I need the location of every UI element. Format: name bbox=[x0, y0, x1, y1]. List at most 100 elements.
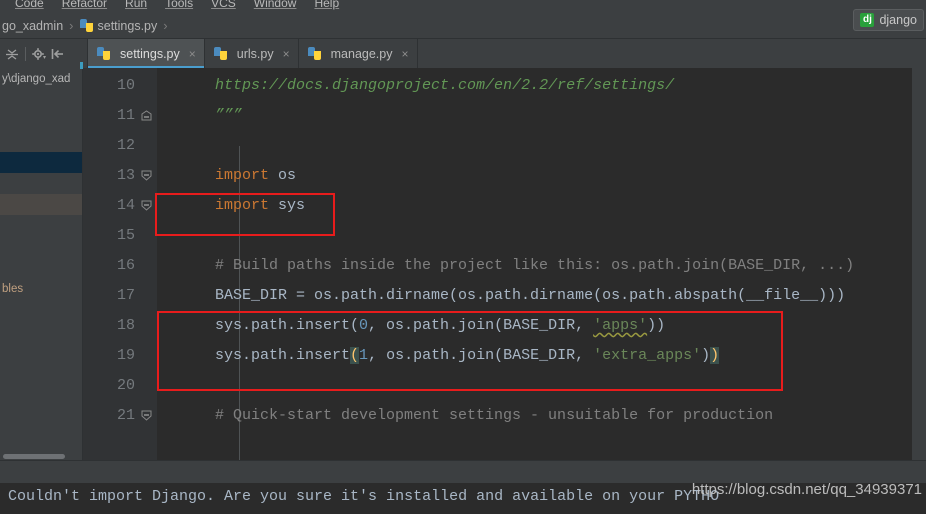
close-icon[interactable]: × bbox=[401, 47, 408, 61]
line-number: 10 bbox=[116, 77, 135, 94]
menu-item-help[interactable]: Help bbox=[305, 0, 348, 10]
pycharm-window: Code Refactor Run Tools VCS Window Help go_xad… bbox=[0, 0, 926, 514]
project-row-filler-4 bbox=[0, 173, 82, 194]
editor-tab-settings-py[interactable]: settings.py × bbox=[88, 39, 205, 68]
breadcrumb-separator-2: › bbox=[163, 18, 168, 33]
breadcrumb-file-label: settings.py bbox=[97, 18, 158, 33]
editor-tabs: settings.py × urls.py × manage.py × bbox=[88, 39, 418, 68]
line-number: 12 bbox=[116, 137, 135, 154]
code-line-content: import sys bbox=[179, 191, 305, 221]
line-number: 14 bbox=[116, 197, 135, 214]
code-line-content: ””” bbox=[179, 101, 242, 131]
project-path-label: y\django_xad bbox=[2, 72, 71, 85]
project-row-hover[interactable] bbox=[0, 194, 82, 215]
menu-item-refactor[interactable]: Refactor bbox=[53, 0, 116, 10]
expand-collapse-icon[interactable] bbox=[4, 46, 20, 62]
run-configuration-selector[interactable]: dj django bbox=[853, 9, 924, 31]
code-line-content: BASE_DIR = os.path.dirname(os.path.dirna… bbox=[179, 281, 845, 311]
menu-item-code[interactable]: Code bbox=[6, 0, 53, 10]
code-line-content: https://docs.djangoproject.com/en/2.2/re… bbox=[179, 71, 674, 101]
editor-tab-urls-py[interactable]: urls.py × bbox=[205, 39, 299, 68]
project-row-filler-5 bbox=[0, 215, 82, 236]
fold-collapse-icon[interactable] bbox=[141, 170, 152, 181]
menu-item-tools[interactable]: Tools bbox=[156, 0, 202, 10]
project-row-selected[interactable] bbox=[0, 152, 82, 173]
code-line-content: sys.path.insert(1, os.path.join(BASE_DIR… bbox=[179, 341, 720, 371]
code-token: https://docs.djangoproject.com/en/2.2/re… bbox=[215, 77, 675, 94]
breadcrumb-file[interactable]: settings.py bbox=[79, 18, 158, 33]
code-line-content: # Quick-start development settings - uns… bbox=[179, 401, 773, 431]
console-message: Couldn't import Django. Are you sure it'… bbox=[8, 488, 720, 505]
code-token: # Quick-start development settings - uns… bbox=[179, 407, 774, 424]
editor-gutter[interactable]: 10 11 12 13 14 15 16 17 18 19 20 21 bbox=[83, 68, 157, 460]
project-row-filler-7 bbox=[0, 257, 82, 278]
code-token: BASE_DIR = os.path.dirname(os.path.dirna… bbox=[179, 287, 846, 304]
code-line-content: # Build paths inside the project like th… bbox=[179, 251, 854, 281]
breadcrumb-bar: go_xadmin › settings.py › bbox=[0, 13, 926, 39]
line-number: 15 bbox=[116, 227, 135, 244]
fold-collapse-icon[interactable] bbox=[141, 410, 152, 421]
editor-tab-label: manage.py bbox=[330, 46, 393, 61]
project-variables-label: bles bbox=[2, 282, 24, 295]
code-token: , os.path.join(BASE_DIR, bbox=[368, 347, 594, 364]
line-number: 11 bbox=[116, 107, 135, 124]
project-path-row[interactable]: y\django_xad bbox=[0, 68, 82, 89]
breadcrumb-project[interactable]: go_xadmin bbox=[2, 19, 63, 33]
close-icon[interactable]: × bbox=[189, 47, 196, 61]
project-row-filler-2 bbox=[0, 110, 82, 131]
python-file-icon bbox=[97, 47, 110, 60]
menu-item-vcs[interactable]: VCS bbox=[202, 0, 245, 10]
line-number: 20 bbox=[116, 377, 135, 394]
editor-tab-manage-py[interactable]: manage.py × bbox=[299, 39, 418, 68]
code-token: 'extra_apps' bbox=[593, 347, 702, 364]
line-number: 18 bbox=[116, 317, 135, 334]
project-row-filler-6 bbox=[0, 236, 82, 257]
code-line-content: sys.path.insert(0, os.path.join(BASE_DIR… bbox=[179, 311, 665, 341]
watermark-text: https://blog.csdn.net/qq_34939371 bbox=[691, 481, 922, 498]
code-token: ( bbox=[350, 347, 360, 364]
run-configuration-label: django bbox=[879, 13, 917, 27]
project-panel-toolbar bbox=[0, 39, 88, 68]
project-row-filler-1 bbox=[0, 89, 82, 110]
code-token: 'apps' bbox=[593, 317, 648, 334]
status-bar bbox=[0, 460, 926, 483]
fold-collapse-icon[interactable] bbox=[141, 200, 152, 211]
code-editor[interactable]: 10 11 12 13 14 15 16 17 18 19 20 21 https://docs.dj… bbox=[83, 68, 926, 460]
python-file-icon bbox=[213, 47, 227, 60]
line-number: 13 bbox=[116, 167, 135, 184]
code-text-area[interactable]: https://docs.djangoproject.com/en/2.2/re… bbox=[157, 68, 926, 460]
python-file-icon bbox=[79, 19, 93, 32]
line-number: 16 bbox=[116, 257, 135, 274]
breadcrumb-separator-1: › bbox=[69, 18, 74, 33]
menu-item-run[interactable]: Run bbox=[116, 0, 156, 10]
settings-gear-icon[interactable] bbox=[31, 46, 47, 62]
code-token: ””” bbox=[215, 107, 243, 124]
python-file-icon bbox=[307, 47, 321, 60]
toolbar-divider bbox=[25, 46, 26, 61]
code-token: sys bbox=[269, 197, 306, 214]
code-token: , os.path.join(BASE_DIR, bbox=[368, 317, 594, 334]
project-row-filler-3 bbox=[0, 131, 82, 152]
project-horizontal-scrollbar[interactable] bbox=[0, 452, 82, 460]
line-number: 21 bbox=[116, 407, 135, 424]
close-icon[interactable]: × bbox=[283, 47, 290, 61]
code-token: os bbox=[269, 167, 297, 184]
code-token: ) bbox=[710, 347, 720, 364]
editor-tab-label: urls.py bbox=[236, 46, 274, 61]
project-tool-window[interactable]: y\django_xad bles bbox=[0, 68, 83, 460]
hide-panel-icon[interactable] bbox=[50, 46, 66, 62]
code-token: ) bbox=[701, 347, 711, 364]
code-token: # Build paths inside the project like th… bbox=[179, 257, 855, 274]
project-scrollbar-thumb[interactable] bbox=[3, 454, 65, 459]
project-variables-row[interactable]: bles bbox=[0, 278, 82, 299]
code-token: import bbox=[215, 167, 270, 184]
menu-item-window[interactable]: Window bbox=[245, 0, 306, 10]
line-number: 17 bbox=[116, 287, 135, 304]
fold-end-icon[interactable] bbox=[141, 110, 152, 121]
code-token: )) bbox=[647, 317, 666, 334]
django-icon: dj bbox=[860, 13, 875, 27]
editor-scrollbar-area[interactable] bbox=[912, 68, 926, 460]
